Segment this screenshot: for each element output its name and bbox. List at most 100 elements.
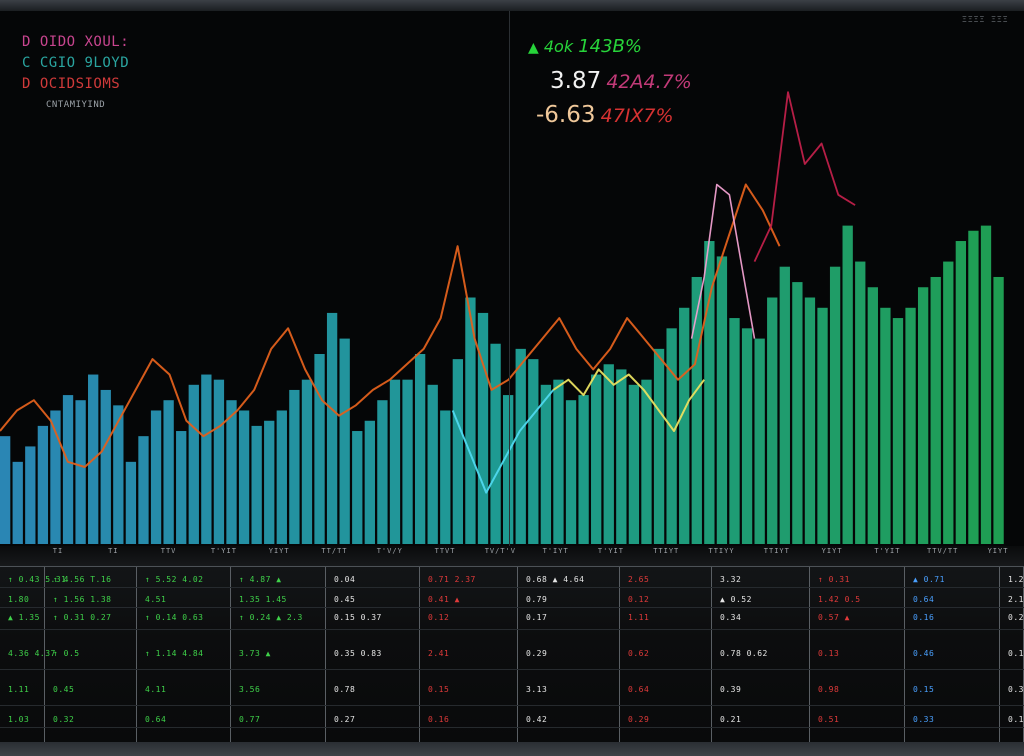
bar (377, 400, 388, 544)
table-cell: 0.04 (334, 575, 356, 584)
corner-tag: ΞΞΞΞ ΞΞΞ (962, 15, 1009, 24)
up-arrow-icon: ▲ (528, 40, 539, 56)
table-cell: 0.36 (1008, 685, 1024, 694)
x-tick-label: YIYT (821, 547, 843, 555)
bar (666, 328, 677, 544)
table-cell: 0.57 ▲ (818, 613, 850, 622)
bar (213, 379, 225, 544)
table-cell: 3.73 ▲ (239, 649, 271, 658)
table-gridline (0, 587, 1024, 588)
bar (176, 431, 187, 544)
table-cell: ↑ 0.24 ▲ 2.3 (239, 613, 303, 622)
table-cell: 0.98 (818, 685, 840, 694)
ticker-line-2-change: 42A4.7% (606, 71, 692, 93)
bar (754, 338, 765, 544)
table-cell: ↑ 0.31 0.27 (53, 613, 112, 622)
table-cell: 0.68 ▲ 4.64 (526, 575, 585, 584)
table-cell: 0.64 (145, 715, 167, 724)
bar (201, 374, 212, 544)
table-cell: 0.15 0.37 (334, 613, 382, 622)
bar (452, 359, 464, 544)
table-cell: 4.36 4.37 (8, 649, 56, 658)
legend: D OIDO XOUL: C CGIO 9LOYD D OCIDSIOMS CN… (22, 32, 129, 115)
table-cell: 0.35 0.83 (334, 649, 382, 658)
legend-entry-2: C CGIO 9LOYD (22, 55, 130, 71)
table-cell: 0.21 (1008, 613, 1024, 622)
table-cell: 0.78 (334, 685, 356, 694)
table-cell: 3.56 (239, 685, 261, 694)
bar (289, 389, 300, 544)
legend-entry-3: D OCIDSIOMS (22, 76, 121, 92)
x-tick-label: T'V/Y (376, 547, 403, 555)
table-cell: ↑ 1.56 1.38 (53, 595, 112, 604)
table-cell: 2.65 (628, 575, 650, 584)
bar (603, 364, 614, 544)
bar (628, 384, 640, 544)
bar (867, 287, 878, 544)
bar (955, 241, 967, 544)
x-tick-label: T'IYT (542, 547, 569, 555)
series-line-magenta (753, 91, 856, 262)
table-cell: 0.77 (239, 715, 261, 724)
table-cell: ▲ 1.35 (8, 613, 40, 622)
bar (490, 343, 501, 544)
data-table: ↑ 0.43 5.31 ↑ 4.56 T.16 ↑ 5.52 4.02 ↑ 4.87 … (0, 566, 1024, 743)
x-tick-label: T'YIT (874, 547, 901, 555)
table-cell: 0.79 (526, 595, 548, 604)
bar (528, 359, 539, 544)
bar (414, 354, 426, 544)
bar (968, 230, 979, 544)
bar (804, 297, 816, 544)
table-cell: 0.17 (526, 613, 548, 622)
bar (75, 400, 86, 544)
panel-divider (509, 11, 510, 546)
bar (716, 256, 728, 544)
bar (578, 395, 589, 544)
bar (980, 225, 992, 544)
bar (792, 282, 803, 544)
table-cell: 0.39 (720, 685, 742, 694)
table-cell: ↑ 0.31 (818, 575, 850, 584)
bar (653, 348, 665, 544)
bar (427, 384, 438, 544)
bar (591, 374, 602, 544)
bottom-frame-bar (0, 742, 1024, 756)
bar (892, 318, 904, 544)
table-cell: 1.11 (8, 685, 30, 694)
table-cell: 1.42 0.5 (818, 595, 861, 604)
bar (163, 400, 174, 544)
x-tick-label: T'YIT (210, 547, 237, 555)
bar (12, 461, 23, 544)
table-cell: ▲ 0.71 (913, 575, 945, 584)
bar-chart (0, 91, 1004, 544)
bar (641, 379, 652, 544)
table-cell: 0.15 (428, 685, 450, 694)
bar (150, 410, 162, 544)
bar (339, 338, 350, 544)
bar (565, 400, 577, 544)
bar (767, 297, 778, 544)
ticker-line-3-value: -6.63 (536, 102, 596, 128)
table-cell: 1.35 1.45 (239, 595, 287, 604)
bar (679, 307, 690, 544)
ticker-line-2-value: 3.87 (550, 68, 602, 94)
table-cell: 0.78 0.62 (720, 649, 768, 658)
bar (251, 425, 262, 544)
table-cell: 0.64 (913, 595, 935, 604)
bar (477, 312, 489, 544)
x-tick-label: TTIYY (708, 547, 735, 555)
ticker-line-3: -6.63 47IX7% (536, 102, 674, 128)
table-cell: 0.21 (720, 715, 742, 724)
x-tick-label: T'YIT (597, 547, 624, 555)
x-tick-label: TTVT (434, 547, 456, 555)
x-tick-label: TTIYT (763, 547, 790, 555)
table-cell: ↑ 0.14 0.63 (145, 613, 204, 622)
table-cell: 0.15 (913, 685, 935, 694)
table-gridline (0, 705, 1024, 706)
table-cell: 3.32 (720, 575, 742, 584)
ticker-line-1: ▲ 4ok 143B% (528, 36, 642, 57)
table-cell: 4.11 (145, 685, 167, 694)
table-cell: 0.42 (526, 715, 548, 724)
bar (364, 420, 375, 544)
ticker-line-3-change: 47IX7% (600, 105, 674, 127)
